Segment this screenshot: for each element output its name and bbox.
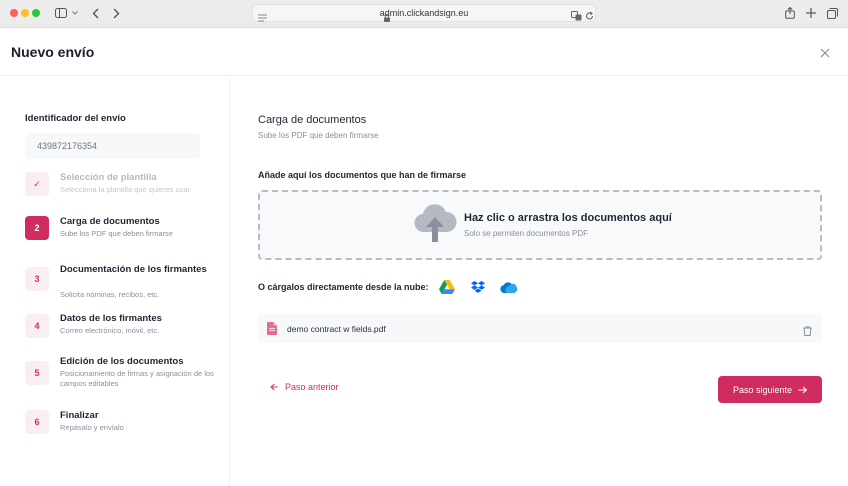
step-subtitle: Correo electrónico, móvil, etc. [60, 326, 160, 335]
step-number: 2 [25, 216, 49, 240]
step-number: 4 [25, 314, 49, 338]
sidebar-toggle-icon[interactable] [54, 5, 68, 21]
google-drive-icon[interactable] [436, 276, 458, 298]
main-panel: Carga de documentos Sube los PDF que deb… [231, 77, 848, 486]
step-subtitle: Sube los PDF que deben firmarse [60, 229, 173, 238]
forward-icon[interactable] [111, 5, 121, 21]
previous-step-link[interactable]: Paso anterior [270, 382, 339, 392]
dropzone-subtitle: Solo se permiten documentos PDF [464, 229, 589, 238]
step-number: 6 [25, 410, 49, 434]
share-icon[interactable] [784, 5, 796, 21]
file-dropzone[interactable]: Haz clic o arrastra los documentos aquí … [258, 190, 822, 260]
step-subtitle: Repásalo y envíalo [60, 423, 124, 432]
step-title: Selección de plantilla [60, 172, 157, 183]
step-check-icon: ✓ [25, 172, 49, 196]
url-text: admin.clickandsign.eu [379, 8, 469, 18]
steps-sidebar: Identificador del envío 439872176354 ✓ S… [0, 77, 230, 486]
step-subtitle: Selecciona la plantilla que quieres usar [60, 185, 191, 194]
cloud-upload-icon [413, 202, 457, 249]
arrow-right-icon [798, 386, 808, 393]
step-title: Documentación de los firmantes [60, 264, 207, 275]
window-close-button[interactable] [10, 9, 18, 17]
reload-icon[interactable] [585, 8, 594, 26]
step-subtitle: Solicita nóminas, recibos, etc. [60, 290, 160, 299]
dropbox-icon[interactable] [467, 276, 489, 298]
window-minimize-button[interactable] [21, 9, 29, 17]
page-title: Nuevo envío [11, 44, 95, 60]
section-subtitle: Sube los PDF que deben firmarse [258, 131, 379, 140]
step-number: 5 [25, 361, 49, 385]
arrow-left-icon [270, 383, 278, 391]
step-number: 3 [25, 267, 49, 291]
trash-icon[interactable] [803, 323, 812, 341]
back-icon[interactable] [90, 5, 100, 21]
address-bar[interactable]: admin.clickandsign.eu [252, 4, 596, 22]
step-title: Datos de los firmantes [60, 313, 162, 324]
chevron-down-icon[interactable] [71, 5, 79, 21]
next-step-label: Paso siguiente [732, 384, 793, 395]
file-name: demo contract w fields.pdf [287, 324, 386, 334]
shipment-id-label: Identificador del envío [25, 113, 126, 124]
uploaded-file-row: demo contract w fields.pdf [258, 314, 822, 343]
translate-icon[interactable] [571, 8, 582, 26]
section-title: Carga de documentos [258, 114, 367, 126]
dropzone-title: Haz clic o arrastra los documentos aquí [464, 212, 672, 224]
previous-step-label: Paso anterior [285, 382, 339, 392]
app-header: Nuevo envío [0, 28, 848, 76]
step-title: Edición de los documentos [60, 356, 184, 367]
step-subtitle: Posicionamiento de firmas y asignación d… [60, 369, 214, 388]
cloud-upload-label: O cárgalos directamente desde la nube: [258, 282, 429, 292]
tab-overview-icon[interactable] [826, 5, 838, 21]
shipment-id-field: 439872176354 [25, 133, 200, 159]
step-title: Finalizar [60, 410, 99, 421]
upload-label: Añade aquí los documentos que han de fir… [258, 170, 467, 180]
next-step-button[interactable]: Paso siguiente [718, 376, 822, 403]
close-icon[interactable] [820, 45, 832, 58]
window-zoom-button[interactable] [32, 9, 40, 17]
onedrive-icon[interactable] [497, 276, 519, 298]
step-title: Carga de documentos [60, 216, 160, 227]
new-tab-icon[interactable] [805, 5, 817, 21]
browser-toolbar: admin.clickandsign.eu [0, 0, 848, 28]
pdf-file-icon [267, 322, 277, 340]
